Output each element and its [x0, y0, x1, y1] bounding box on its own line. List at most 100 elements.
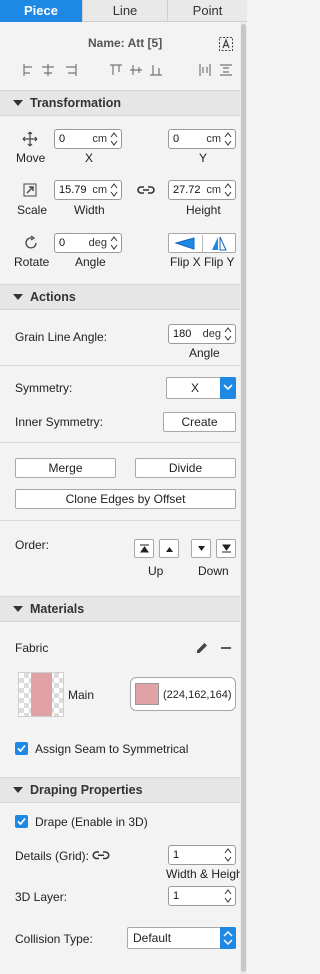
height-input[interactable]: 27.72 cm — [168, 180, 236, 200]
dropdown-toggle[interactable] — [220, 377, 236, 399]
checkmark-icon — [17, 744, 26, 753]
spin-arrows-icon[interactable] — [110, 131, 118, 147]
align-top-icon[interactable] — [110, 64, 122, 75]
merge-button[interactable]: Merge — [15, 458, 116, 478]
spin-arrows-icon[interactable] — [110, 182, 118, 198]
actions-header[interactable]: Actions — [0, 284, 240, 310]
down-label: Down — [198, 564, 229, 578]
bring-forward-icon — [166, 547, 173, 552]
spin-arrows-icon[interactable] — [224, 326, 232, 342]
x-input[interactable]: 0 cm — [54, 129, 122, 149]
details-grid-input[interactable]: 1 — [168, 845, 236, 865]
assign-seam-checkbox[interactable] — [15, 742, 28, 755]
distribute-v-icon[interactable] — [220, 64, 232, 76]
drape-label: Drape (Enable in 3D) — [35, 815, 148, 829]
y-input[interactable]: 0 cm — [168, 129, 236, 149]
create-button[interactable]: Create — [163, 412, 236, 432]
link-icon[interactable] — [92, 850, 110, 861]
scrollbar-thumb[interactable] — [241, 24, 246, 972]
dropdown-toggle[interactable] — [220, 927, 236, 949]
width-height-label: Width & Height — [166, 867, 247, 881]
scrollbar[interactable] — [240, 22, 247, 974]
grain-angle-input[interactable]: 180 deg — [168, 324, 236, 344]
height-label: Height — [186, 203, 221, 217]
scale-label: Scale — [17, 203, 48, 217]
align-right-icon[interactable] — [66, 64, 77, 76]
fabric-thumbnail[interactable] — [18, 672, 64, 717]
fabric-swatch-piece — [31, 673, 52, 716]
move-label: Move — [16, 151, 46, 165]
align-bottom-icon[interactable] — [150, 65, 162, 76]
grain-line-label: Grain Line Angle: — [15, 330, 108, 344]
collision-type-select[interactable]: Default — [127, 927, 236, 949]
send-to-back-icon — [222, 544, 231, 553]
align-center-h-icon[interactable] — [42, 64, 54, 76]
flip-x-icon[interactable] — [175, 237, 195, 250]
width-input[interactable]: 15.79 cm — [54, 180, 122, 200]
send-to-back-button[interactable] — [216, 539, 236, 558]
alignment-toolbar — [23, 64, 232, 76]
divider — [0, 520, 240, 521]
send-backward-icon — [198, 546, 205, 551]
align-center-v-icon[interactable] — [130, 65, 142, 75]
flip-buttons — [168, 233, 236, 253]
flip-y-label: Flip Y — [204, 255, 235, 269]
chevron-down-icon — [223, 384, 233, 391]
link-proportions-icon[interactable] — [136, 184, 156, 196]
spin-arrows-icon — [223, 930, 233, 946]
materials-title: Materials — [30, 602, 85, 616]
inner-symmetry-label: Inner Symmetry: — [15, 415, 104, 429]
assign-seam-label: Assign Seam to Symmetrical — [35, 742, 189, 756]
actions-title: Actions — [30, 290, 76, 304]
tab-bar: Piece Line Point — [0, 0, 247, 22]
3d-layer-input[interactable]: 1 — [168, 886, 236, 906]
drape-checkbox[interactable] — [15, 815, 28, 828]
rename-icon[interactable] — [218, 36, 234, 52]
flip-x-label: Flip X — [170, 255, 201, 269]
fabric-color-button[interactable]: (224,162,164) — [130, 677, 236, 711]
piece-name: Name: Att [5] — [88, 36, 163, 50]
distribute-h-icon[interactable] — [199, 64, 211, 76]
grain-angle-sublabel: Angle — [189, 346, 220, 360]
move-icon — [22, 131, 38, 147]
spin-arrows-icon[interactable] — [224, 131, 232, 147]
spin-arrows-icon[interactable] — [110, 235, 118, 251]
minus-icon[interactable] — [219, 641, 233, 655]
collision-type-label: Collision Type: — [15, 932, 93, 946]
symmetry-label: Symmetry: — [15, 381, 73, 395]
tab-point[interactable]: Point — [168, 0, 247, 22]
spin-arrows-icon[interactable] — [224, 182, 232, 198]
materials-header[interactable]: Materials — [0, 596, 240, 622]
3d-layer-label: 3D Layer: — [15, 890, 68, 904]
transformation-title: Transformation — [30, 96, 121, 110]
angle-input[interactable]: 0 deg — [54, 233, 122, 253]
symmetry-select[interactable]: X — [166, 377, 236, 399]
draping-header[interactable]: Draping Properties — [0, 777, 240, 803]
divider — [0, 365, 240, 366]
x-label: X — [85, 151, 94, 165]
tab-piece[interactable]: Piece — [0, 0, 83, 22]
send-backward-button[interactable] — [191, 539, 211, 558]
color-value: (224,162,164) — [163, 689, 232, 701]
edit-pencil-icon[interactable] — [195, 641, 209, 655]
fabric-label: Fabric — [15, 641, 49, 655]
draping-title: Draping Properties — [30, 783, 143, 797]
symmetry-value: X — [190, 381, 199, 395]
angle-label: Angle — [75, 255, 106, 269]
order-label: Order: — [15, 538, 50, 552]
divide-button[interactable]: Divide — [135, 458, 236, 478]
bring-forward-button[interactable] — [159, 539, 179, 558]
flip-y-icon[interactable] — [211, 236, 227, 251]
transformation-header[interactable]: Transformation — [0, 90, 240, 116]
spin-arrows-icon[interactable] — [224, 847, 232, 863]
up-label: Up — [148, 564, 164, 578]
bring-to-front-button[interactable] — [134, 539, 154, 558]
tab-line[interactable]: Line — [83, 0, 168, 22]
main-label: Main — [68, 688, 95, 702]
details-grid-label: Details (Grid): — [15, 849, 90, 863]
align-left-icon[interactable] — [23, 64, 32, 76]
collision-value: Default — [133, 931, 172, 945]
checkmark-icon — [17, 817, 26, 826]
spin-arrows-icon[interactable] — [224, 888, 232, 904]
clone-edges-button[interactable]: Clone Edges by Offset — [15, 489, 236, 509]
